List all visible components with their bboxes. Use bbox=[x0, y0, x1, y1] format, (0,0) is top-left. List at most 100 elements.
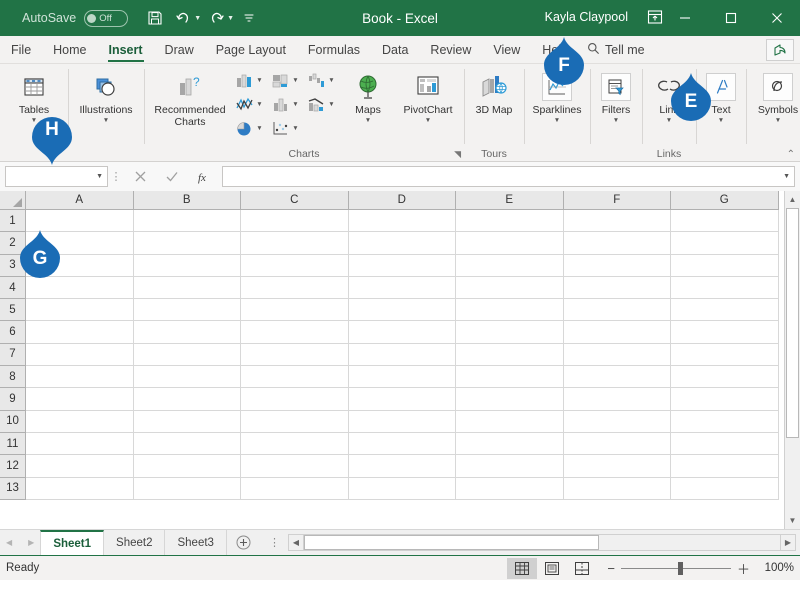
name-box[interactable]: ▼ bbox=[5, 166, 108, 187]
cell-D13[interactable] bbox=[348, 477, 456, 500]
cell-B13[interactable] bbox=[133, 477, 241, 500]
sparklines-dropdown-caret[interactable]: ▼ bbox=[554, 117, 560, 125]
row-header-7[interactable]: 7 bbox=[0, 343, 26, 367]
cell-D5[interactable] bbox=[348, 299, 456, 322]
cell-F11[interactable] bbox=[563, 432, 671, 456]
cell-D6[interactable] bbox=[348, 321, 456, 344]
pivotchart-dropdown-caret[interactable]: ▼ bbox=[425, 117, 431, 125]
enter-check-icon[interactable] bbox=[156, 166, 188, 187]
row-header-12[interactable]: 12 bbox=[0, 455, 26, 478]
cell-E13[interactable] bbox=[456, 477, 564, 500]
cell-A5[interactable] bbox=[26, 299, 134, 322]
statistic-chart-button[interactable]: ▼ bbox=[267, 92, 303, 116]
zoom-level[interactable]: 100% bbox=[756, 562, 794, 574]
row-header-3[interactable]: 3 bbox=[0, 254, 26, 277]
line-chart-caret[interactable]: ▼ bbox=[256, 101, 262, 108]
tab-view[interactable]: View bbox=[482, 36, 531, 63]
normal-view-icon[interactable] bbox=[507, 557, 538, 579]
formula-bar-grip[interactable]: ⋮ bbox=[108, 170, 124, 183]
cell-A3[interactable] bbox=[26, 254, 134, 277]
cell-A7[interactable] bbox=[26, 343, 134, 367]
cell-G4[interactable] bbox=[671, 276, 779, 300]
cell-A2[interactable] bbox=[26, 232, 134, 255]
cell-F13[interactable] bbox=[563, 477, 671, 500]
next-sheet-icon[interactable]: ▶ bbox=[28, 538, 34, 547]
horizontal-scrollbar[interactable]: ◀ ▶ bbox=[287, 530, 800, 555]
cell-A10[interactable] bbox=[26, 410, 134, 433]
tab-home[interactable]: Home bbox=[42, 36, 97, 63]
formula-input[interactable]: ▼ bbox=[222, 166, 795, 187]
column-header-F[interactable]: F bbox=[563, 191, 671, 210]
scroll-up-icon[interactable]: ▲ bbox=[785, 191, 800, 208]
prev-sheet-icon[interactable]: ◀ bbox=[6, 538, 12, 547]
cell-C2[interactable] bbox=[241, 232, 349, 255]
tables-dropdown-caret[interactable]: ▼ bbox=[31, 117, 37, 125]
cell-C6[interactable] bbox=[241, 321, 349, 344]
cell-F2[interactable] bbox=[563, 232, 671, 255]
hscroll-left-icon[interactable]: ◀ bbox=[287, 534, 304, 551]
cell-E8[interactable] bbox=[456, 366, 564, 389]
cell-D7[interactable] bbox=[348, 343, 456, 367]
cell-C13[interactable] bbox=[241, 477, 349, 500]
autosave-control[interactable]: AutoSave Off bbox=[22, 9, 129, 27]
cell-C8[interactable] bbox=[241, 366, 349, 389]
tables-button[interactable]: Tables ▼ bbox=[5, 68, 63, 125]
cell-G6[interactable] bbox=[671, 321, 779, 344]
redo-dropdown-caret[interactable]: ▼ bbox=[227, 15, 234, 22]
tab-file[interactable]: File bbox=[0, 36, 42, 63]
cell-C4[interactable] bbox=[241, 276, 349, 300]
insert-function-icon[interactable]: fx bbox=[188, 166, 220, 187]
cell-D3[interactable] bbox=[348, 254, 456, 277]
cell-D4[interactable] bbox=[348, 276, 456, 300]
cell-G13[interactable] bbox=[671, 477, 779, 500]
filters-dropdown-caret[interactable]: ▼ bbox=[613, 117, 619, 125]
tab-draw[interactable]: Draw bbox=[154, 36, 205, 63]
hscroll-right-icon[interactable]: ▶ bbox=[780, 534, 796, 551]
cell-B2[interactable] bbox=[133, 232, 241, 255]
cell-B11[interactable] bbox=[133, 432, 241, 456]
row-header-13[interactable]: 13 bbox=[0, 477, 26, 500]
sheet-tab-sheet3[interactable]: Sheet3 bbox=[165, 530, 227, 555]
illustrations-dropdown-caret[interactable]: ▼ bbox=[103, 117, 109, 125]
tab-data[interactable]: Data bbox=[371, 36, 419, 63]
cell-C10[interactable] bbox=[241, 410, 349, 433]
scroll-down-icon[interactable]: ▼ bbox=[785, 512, 800, 529]
maps-dropdown-caret[interactable]: ▼ bbox=[365, 117, 371, 125]
hscroll-track[interactable] bbox=[303, 534, 780, 551]
cell-B9[interactable] bbox=[133, 388, 241, 411]
cell-C9[interactable] bbox=[241, 388, 349, 411]
account-name[interactable]: Kayla Claypool bbox=[545, 10, 628, 24]
cell-B12[interactable] bbox=[133, 455, 241, 478]
cell-A4[interactable] bbox=[26, 276, 134, 300]
combo-chart-button[interactable]: ▼ bbox=[303, 92, 339, 116]
pie-chart-button[interactable]: ▼ bbox=[231, 116, 267, 140]
cell-D1[interactable] bbox=[348, 210, 456, 233]
cell-A8[interactable] bbox=[26, 366, 134, 389]
autosave-toggle[interactable]: Off bbox=[84, 9, 129, 27]
column-header-E[interactable]: E bbox=[456, 191, 564, 210]
cell-G10[interactable] bbox=[671, 410, 779, 433]
minimize-icon[interactable] bbox=[662, 0, 708, 36]
row-header-4[interactable]: 4 bbox=[0, 276, 26, 300]
row-header-1[interactable]: 1 bbox=[0, 210, 26, 233]
tab-formulas[interactable]: Formulas bbox=[297, 36, 371, 63]
cell-G7[interactable] bbox=[671, 343, 779, 367]
cell-C12[interactable] bbox=[241, 455, 349, 478]
page-layout-view-icon[interactable] bbox=[537, 558, 567, 579]
cell-F12[interactable] bbox=[563, 455, 671, 478]
cell-G8[interactable] bbox=[671, 366, 779, 389]
tab-review[interactable]: Review bbox=[419, 36, 482, 63]
row-header-2[interactable]: 2 bbox=[0, 232, 26, 255]
cell-F7[interactable] bbox=[563, 343, 671, 367]
cell-E6[interactable] bbox=[456, 321, 564, 344]
cell-E7[interactable] bbox=[456, 343, 564, 367]
statistic-chart-caret[interactable]: ▼ bbox=[292, 101, 298, 108]
row-header-11[interactable]: 11 bbox=[0, 432, 26, 456]
maps-button[interactable]: Maps ▼ bbox=[339, 68, 397, 125]
pivotchart-button[interactable]: PivotChart ▼ bbox=[397, 68, 459, 125]
cancel-icon[interactable] bbox=[124, 166, 156, 187]
cell-A1[interactable] bbox=[26, 210, 134, 233]
cell-G9[interactable] bbox=[671, 388, 779, 411]
cell-A9[interactable] bbox=[26, 388, 134, 411]
cell-G12[interactable] bbox=[671, 455, 779, 478]
